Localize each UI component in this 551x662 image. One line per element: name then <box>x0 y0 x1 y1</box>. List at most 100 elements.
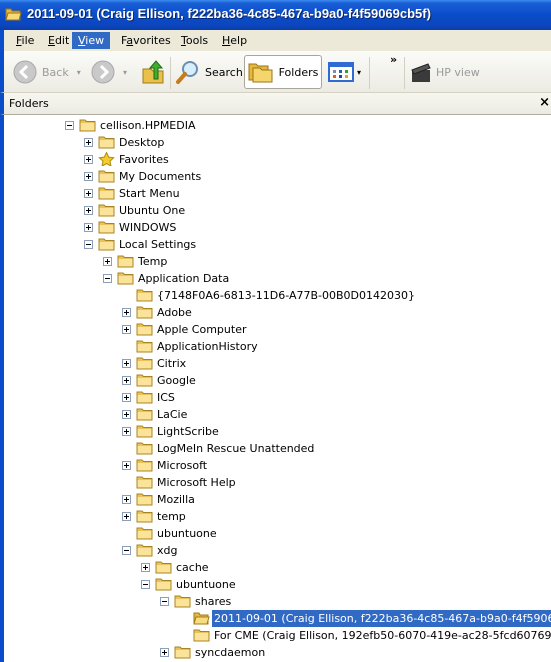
tree-item-label[interactable]: Google <box>155 372 198 389</box>
tree-item-label[interactable]: Adobe <box>155 304 194 321</box>
tree-item[interactable]: For CME (Craig Ellison, 192efb50-6070-41… <box>4 627 551 644</box>
tree-item-label[interactable]: LogMeIn Rescue Unattended <box>155 440 316 457</box>
tree-item[interactable]: Local Settings <box>4 236 551 253</box>
up-folder-button[interactable] <box>141 55 165 89</box>
tree-item-label[interactable]: {7148F0A6-6813-11D6-A77B-00B0D0142030} <box>155 287 417 304</box>
collapse-minus-icon[interactable] <box>160 597 169 606</box>
expand-plus-icon[interactable] <box>122 359 131 368</box>
menu-favorites[interactable]: Favorites <box>115 32 177 49</box>
tree-item-label[interactable]: My Documents <box>117 168 203 185</box>
expand-plus-icon[interactable] <box>122 461 131 470</box>
tree-item[interactable]: Start Menu <box>4 185 551 202</box>
tree-item[interactable]: Microsoft <box>4 457 551 474</box>
forward-button[interactable]: ▾ <box>91 55 127 89</box>
tree-item-label[interactable]: For CME (Craig Ellison, 192efb50-6070-41… <box>212 627 551 644</box>
tree-item[interactable]: Mozilla <box>4 491 551 508</box>
tree-item[interactable]: My Documents <box>4 168 551 185</box>
tree-item-label[interactable]: Citrix <box>155 355 188 372</box>
menu-edit[interactable]: Edit <box>42 32 75 49</box>
tree-item[interactable]: 2011-09-01 (Craig Ellison, f222ba36-4c85… <box>4 609 551 628</box>
tree-item[interactable]: LaCie <box>4 406 551 423</box>
tree-item[interactable]: WINDOWS <box>4 219 551 236</box>
close-icon[interactable]: × <box>539 95 550 110</box>
views-button[interactable]: ▾ <box>328 55 361 89</box>
tree-item[interactable]: LogMeIn Rescue Unattended <box>4 440 551 457</box>
tree-item[interactable]: Apple Computer <box>4 321 551 338</box>
menu-help[interactable]: Help <box>216 32 253 49</box>
tree-item[interactable]: temp <box>4 508 551 525</box>
tree-item[interactable]: cache <box>4 559 551 576</box>
expand-plus-icon[interactable] <box>84 223 93 232</box>
tree-item-label[interactable]: ApplicationHistory <box>155 338 260 355</box>
expand-plus-icon[interactable] <box>122 495 131 504</box>
tree-item[interactable]: shares <box>4 593 551 610</box>
toolbar-overflow-chevron[interactable]: » <box>390 53 397 66</box>
tree-item-label[interactable]: Mozilla <box>155 491 197 508</box>
tree-item[interactable]: xdg <box>4 542 551 559</box>
tree-item[interactable]: ubuntuone <box>4 576 551 593</box>
collapse-minus-icon[interactable] <box>103 274 112 283</box>
tree-item[interactable]: Application Data <box>4 270 551 287</box>
expand-plus-icon[interactable] <box>122 410 131 419</box>
menu-tools[interactable]: Tools <box>175 32 214 49</box>
expand-plus-icon[interactable] <box>122 325 131 334</box>
title-bar[interactable]: 2011-09-01 (Craig Ellison, f222ba36-4c85… <box>0 0 551 30</box>
tree-item[interactable]: Temp <box>4 253 551 270</box>
tree-item-label[interactable]: 2011-09-01 (Craig Ellison, f222ba36-4c85… <box>211 609 551 628</box>
search-button[interactable]: Search <box>175 55 243 89</box>
tree-item-label[interactable]: ICS <box>155 389 177 406</box>
tree-item[interactable]: Citrix <box>4 355 551 372</box>
tree-item-label[interactable]: xdg <box>155 542 179 559</box>
expand-plus-icon[interactable] <box>84 155 93 164</box>
tree-item-label[interactable]: Favorites <box>117 151 171 168</box>
expand-plus-icon[interactable] <box>103 257 112 266</box>
back-button[interactable]: Back ▾ <box>13 55 81 89</box>
collapse-minus-icon[interactable] <box>141 580 150 589</box>
collapse-minus-icon[interactable] <box>65 121 74 130</box>
tree-item-label[interactable]: temp <box>155 508 188 525</box>
hp-view-button[interactable]: HP view <box>409 55 480 89</box>
expand-plus-icon[interactable] <box>122 427 131 436</box>
tree-item-label[interactable]: Start Menu <box>117 185 182 202</box>
tree-item-label[interactable]: Desktop <box>117 134 166 151</box>
back-dropdown-icon[interactable]: ▾ <box>77 68 81 77</box>
tree-item-label[interactable]: Apple Computer <box>155 321 249 338</box>
expand-plus-icon[interactable] <box>84 206 93 215</box>
tree-item-label[interactable]: ubuntuone <box>174 576 238 593</box>
expand-plus-icon[interactable] <box>84 138 93 147</box>
tree-item[interactable]: Adobe <box>4 304 551 321</box>
expand-plus-icon[interactable] <box>122 376 131 385</box>
tree-item[interactable]: {7148F0A6-6813-11D6-A77B-00B0D0142030} <box>4 287 551 304</box>
tree-item[interactable]: Ubuntu One <box>4 202 551 219</box>
collapse-minus-icon[interactable] <box>84 240 93 249</box>
folder-tree[interactable]: cellison.HPMEDIA Desktop Favorites My Docum… <box>0 115 551 662</box>
tree-item-label[interactable]: cache <box>174 559 211 576</box>
tree-item-label[interactable]: shares <box>193 593 233 610</box>
expand-plus-icon[interactable] <box>141 563 150 572</box>
tree-item[interactable]: ICS <box>4 389 551 406</box>
tree-item-label[interactable]: Microsoft Help <box>155 474 238 491</box>
tree-item-label[interactable]: Temp <box>136 253 169 270</box>
tree-item[interactable]: ApplicationHistory <box>4 338 551 355</box>
expand-plus-icon[interactable] <box>84 172 93 181</box>
tree-item-label[interactable]: syncdaemon <box>193 644 267 661</box>
tree-item[interactable]: LightScribe <box>4 423 551 440</box>
expand-plus-icon[interactable] <box>122 308 131 317</box>
collapse-minus-icon[interactable] <box>122 546 131 555</box>
tree-item-label[interactable]: Microsoft <box>155 457 209 474</box>
tree-item-label[interactable]: WINDOWS <box>117 219 178 236</box>
tree-item[interactable]: Desktop <box>4 134 551 151</box>
menu-view[interactable]: View <box>72 32 110 49</box>
tree-item[interactable]: ubuntuone <box>4 525 551 542</box>
tree-item-label[interactable]: LightScribe <box>155 423 221 440</box>
tree-item-label[interactable]: Application Data <box>136 270 231 287</box>
tree-item-label[interactable]: LaCie <box>155 406 189 423</box>
tree-item-label[interactable]: Ubuntu One <box>117 202 187 219</box>
expand-plus-icon[interactable] <box>84 189 93 198</box>
tree-item-label[interactable]: cellison.HPMEDIA <box>98 117 198 134</box>
tree-item-label[interactable]: Local Settings <box>117 236 198 253</box>
tree-item-label[interactable]: ubuntuone <box>155 525 219 542</box>
expand-plus-icon[interactable] <box>160 648 169 657</box>
expand-plus-icon[interactable] <box>122 393 131 402</box>
tree-item[interactable]: syncdaemon <box>4 644 551 661</box>
